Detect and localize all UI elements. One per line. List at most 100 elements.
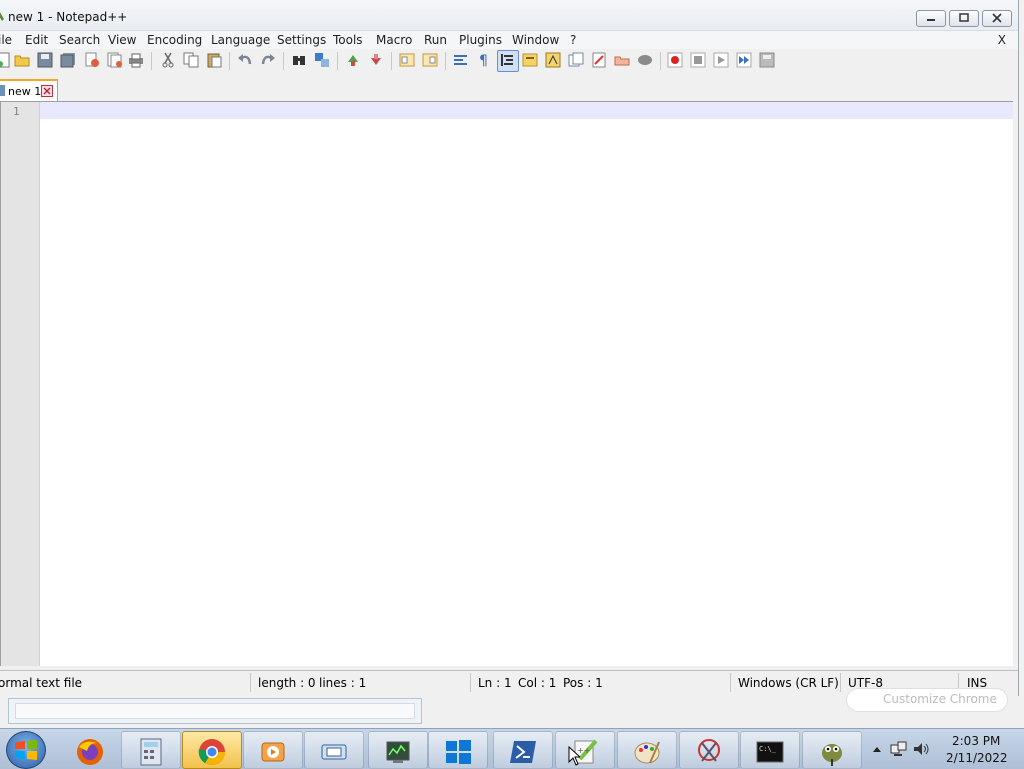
sync-vertical-icon[interactable] [399,52,415,68]
stop-recording-icon[interactable] [690,52,706,68]
taskbar-gimp[interactable] [802,731,862,769]
status-length: length : 0 [258,676,316,690]
play-macro-icon[interactable] [713,52,729,68]
toolbar-separator [229,52,230,70]
show-all-characters-icon[interactable]: ¶ [476,52,492,68]
sync-horizontal-icon[interactable] [422,52,438,68]
indent-guide-icon[interactable] [499,52,515,68]
customize-chrome-button[interactable]: Customize Chrome [846,688,1008,712]
restore-icon [959,13,969,22]
network-icon[interactable] [890,741,908,757]
status-separator [730,673,731,692]
toolbar-separator [660,52,661,70]
run-macro-multiple-icon[interactable] [736,52,752,68]
taskbar-notepad-plus-plus[interactable]: ++ [555,731,615,769]
menu-view[interactable]: View [108,33,136,47]
menu-tools[interactable]: Tools [333,33,363,47]
copy-icon[interactable] [183,52,199,68]
menu-file[interactable]: ile [0,33,12,47]
paste-icon[interactable] [206,52,222,68]
print-icon[interactable] [128,52,144,68]
firefox-icon [77,739,103,765]
tab-label: new 1 [8,85,42,98]
gimp-icon [822,744,842,766]
current-line-highlight[interactable] [40,102,1013,119]
open-file-icon[interactable] [14,52,30,68]
menu-encoding[interactable]: Encoding [147,33,202,47]
monitoring-icon[interactable] [591,52,607,68]
save-macro-icon[interactable] [759,52,775,68]
taskbar-paint[interactable] [617,731,677,769]
folder-as-workspace-icon[interactable] [568,52,584,68]
find-icon[interactable] [291,52,307,68]
document-map-icon[interactable] [522,52,538,68]
title-bar[interactable]: new 1 - Notepad++ [0,0,1018,31]
menu-macro[interactable]: Macro [376,33,412,47]
launch-icon[interactable] [637,52,653,68]
line-number: 1 [13,105,20,118]
record-macro-icon[interactable] [667,52,683,68]
save-icon[interactable] [37,52,53,68]
menu-language[interactable]: Language [211,33,270,47]
function-list-icon[interactable] [545,52,561,68]
menu-run[interactable]: Run [424,33,447,47]
svg-text:C:\_: C:\_ [759,745,777,753]
toolbar-separator [151,52,152,70]
zoom-out-icon[interactable] [368,52,384,68]
clock-time[interactable]: 2:03 PM [952,734,1000,748]
tab-close-icon[interactable] [41,85,53,97]
close-document-x[interactable]: X [998,33,1006,47]
close-file-icon[interactable] [84,52,100,68]
window-title: new 1 - Notepad++ [8,10,128,24]
clock-date[interactable]: 2/11/2022 [946,751,1008,765]
undo-icon[interactable] [237,52,253,68]
menu-edit[interactable]: Edit [25,33,48,47]
taskbar-snipping-tool[interactable] [679,731,739,769]
save-all-icon[interactable] [60,52,76,68]
scissors-icon [698,739,720,762]
status-col: Col : 1 [518,676,557,690]
cut-icon[interactable] [160,52,176,68]
status-eol[interactable]: Windows (CR LF) [738,676,839,690]
menu-search[interactable]: Search [59,33,100,47]
redo-icon[interactable] [260,52,276,68]
text-editor[interactable]: 1 [0,101,1013,666]
folder-icon[interactable] [614,52,630,68]
toolbar-separator [391,52,392,70]
menu-window[interactable]: Window [512,33,559,47]
taskbar-media-player[interactable] [243,731,303,769]
new-file-icon[interactable] [0,52,12,68]
close-icon [992,13,1002,23]
word-wrap-icon[interactable] [453,52,469,68]
taskbar-task-manager[interactable] [368,731,428,769]
close-button[interactable] [982,10,1012,27]
taskbar-chrome[interactable] [182,731,242,769]
menu-bar: ile Edit Search View Encoding Language S… [0,31,1018,49]
calculator-icon [140,738,162,766]
menu-help[interactable]: ? [570,33,576,47]
taskbar-windows-store[interactable] [428,731,488,769]
status-pos: Pos : 1 [563,676,603,690]
taskbar-command-prompt[interactable]: C:\_ [740,731,800,769]
status-separator [250,673,251,692]
volume-icon[interactable] [912,741,930,757]
menu-settings[interactable]: Settings [277,33,326,47]
tab-bar: new 1 [0,77,1018,102]
taskbar-firefox[interactable] [60,731,120,769]
chrome-icon [198,739,226,766]
menu-plugins[interactable]: Plugins [459,33,502,47]
tab-new-1[interactable]: new 1 [0,79,58,102]
start-button[interactable] [6,731,46,769]
status-ln: Ln : 1 [478,676,512,690]
command-prompt-icon: C:\_ [756,741,784,763]
replace-icon[interactable] [314,52,330,68]
minimize-button[interactable] [916,10,946,27]
taskbar-powershell[interactable] [493,731,553,769]
show-hidden-icons-icon[interactable] [872,745,882,753]
close-all-icon[interactable] [107,52,123,68]
taskbar-calculator[interactable] [121,731,181,769]
taskbar-display-settings[interactable] [304,731,364,769]
maximize-button[interactable] [949,10,979,27]
file-icon [0,85,5,96]
zoom-in-icon[interactable] [345,52,361,68]
